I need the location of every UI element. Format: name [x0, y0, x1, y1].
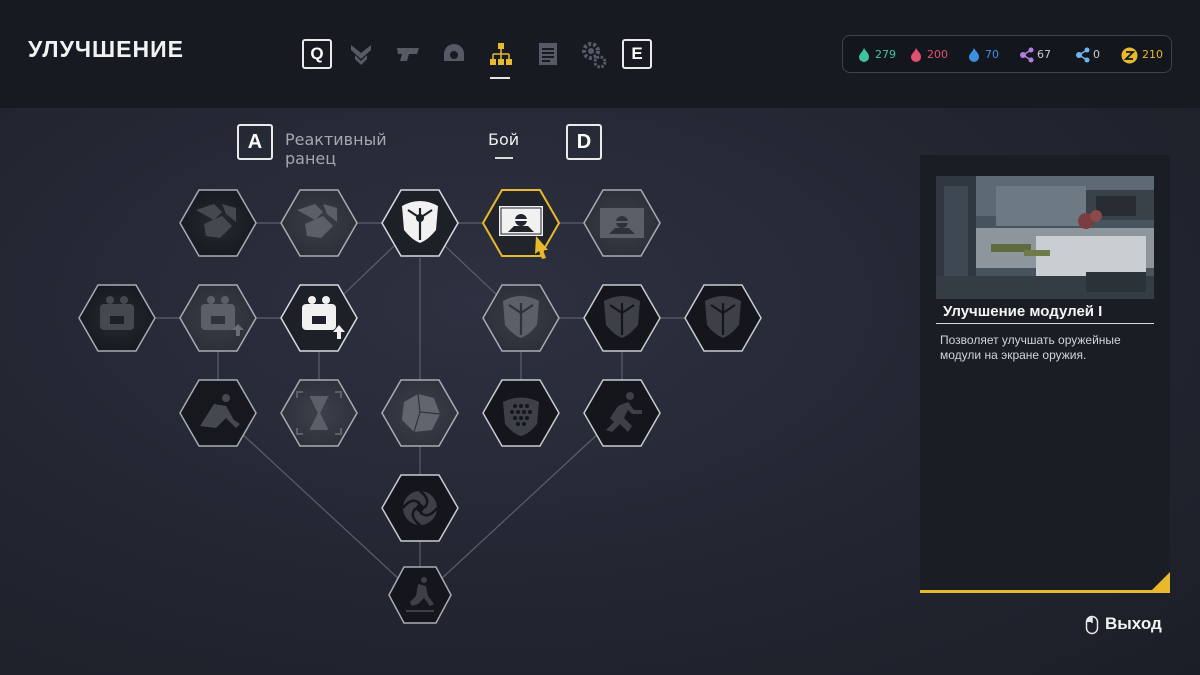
- weapon-mod-icon: [600, 208, 644, 238]
- blue-flame-icon: [969, 48, 979, 62]
- mouse-icon: [1085, 615, 1099, 635]
- skill-node-hourglass[interactable]: [280, 379, 358, 447]
- skill-node-vortex[interactable]: [381, 474, 459, 542]
- skill-node-shield-locked-b[interactable]: [684, 284, 762, 352]
- skill-node-backpack[interactable]: [179, 284, 257, 352]
- weapon-mod-icon: [499, 206, 543, 236]
- red-flame-icon: [911, 48, 921, 62]
- skill-node-armor-plates[interactable]: [280, 189, 358, 257]
- gold-coin-icon: [1121, 47, 1138, 64]
- skill-node-shield[interactable]: [482, 284, 560, 352]
- skill-node-weapon-mod-selected[interactable]: [481, 189, 561, 259]
- purple-nodes-icon: [1020, 47, 1034, 63]
- exit-label: Выход: [1105, 614, 1162, 633]
- skill-node-armor-plates-locked[interactable]: [179, 189, 257, 257]
- skill-preview-image: [936, 176, 1154, 299]
- skill-title: Улучшение модулей I: [936, 300, 1154, 324]
- skill-description: Позволяет улучшать оружейные модули на э…: [940, 333, 1121, 362]
- skill-details-panel: Улучшение модулей I Позволяет улучшать о…: [920, 155, 1170, 593]
- skill-node-backpack-locked[interactable]: [78, 284, 156, 352]
- skill-node-backpack-unlocked[interactable]: [280, 284, 358, 352]
- skill-node-shield-locked-a[interactable]: [583, 284, 661, 352]
- skill-node-hex-grid[interactable]: [482, 379, 560, 447]
- skill-node-ground-slam[interactable]: [388, 566, 452, 624]
- panel-corner-accent: [1152, 572, 1170, 590]
- skill-node-rock[interactable]: [381, 379, 459, 447]
- vortex-icon: [402, 490, 438, 526]
- skill-tree: [78, 189, 762, 624]
- skill-node-weapon-mod[interactable]: [583, 189, 661, 257]
- blue-nodes-icon: [1076, 47, 1090, 63]
